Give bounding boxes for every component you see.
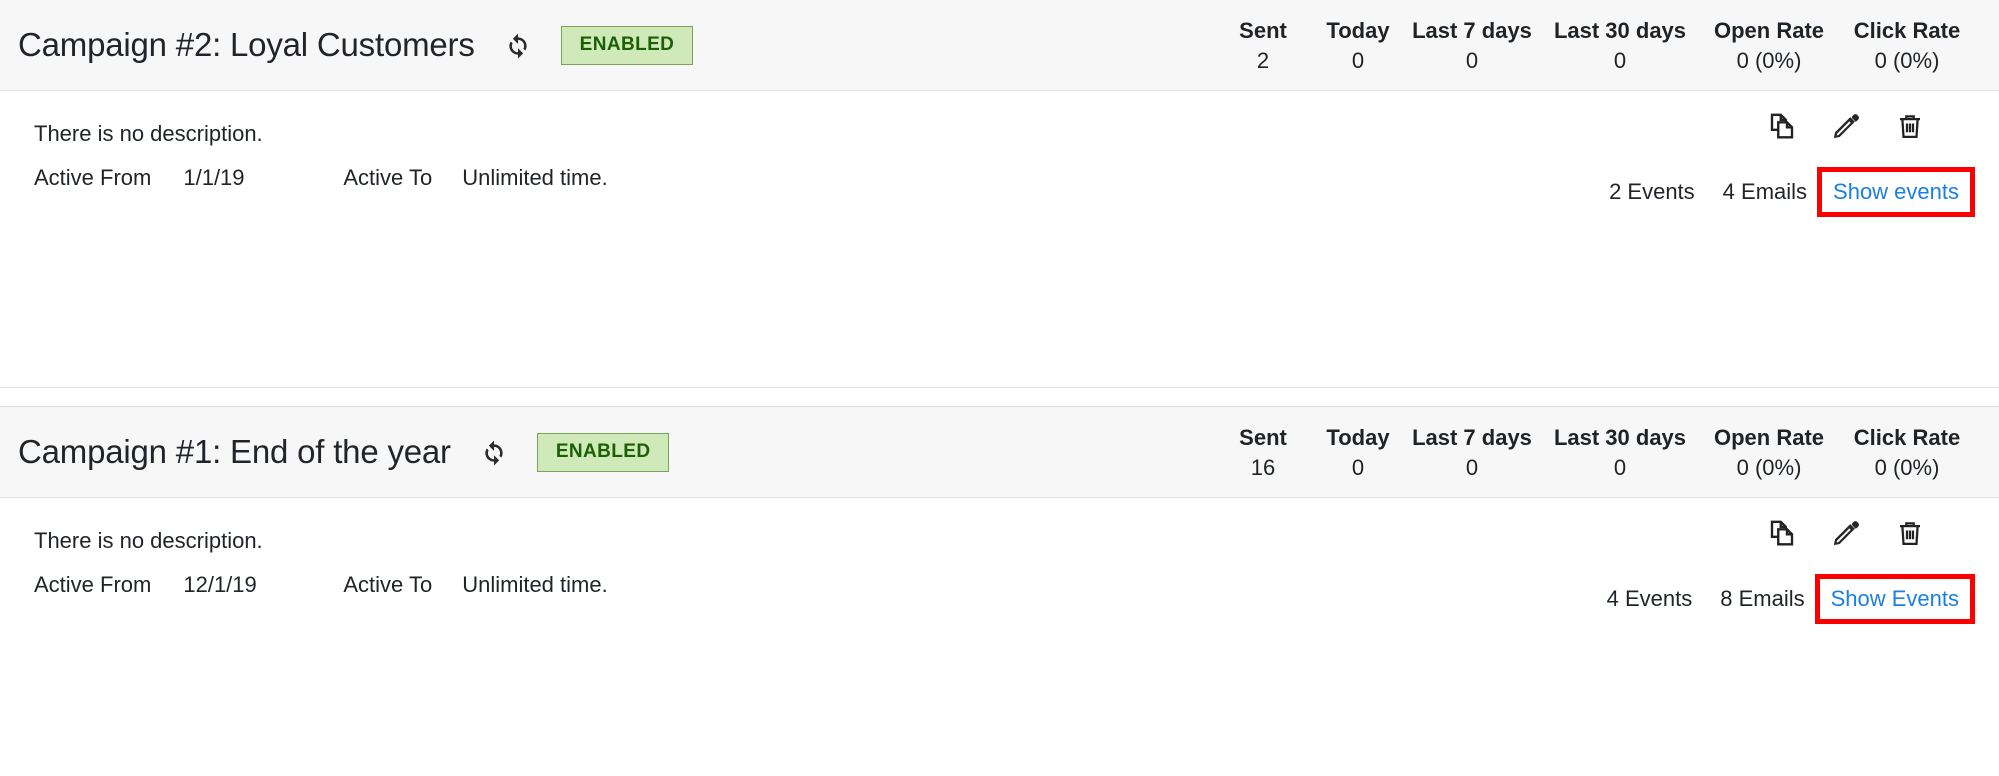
refresh-icon[interactable] [477,435,511,469]
show-events-highlight: Show Events [1814,574,1975,624]
stat-label: Open Rate [1713,17,1825,43]
stat-label: Last 7 days [1412,424,1532,450]
campaign-card: Campaign #2: Loyal Customers ENABLED Sen… [0,0,1999,388]
stat-label: Sent [1239,424,1287,450]
campaign-description: There is no description. [34,528,263,553]
trash-icon[interactable] [1893,109,1927,143]
stat-value: 0 (0%) [1874,47,1940,73]
stat-last-7-days: Last 7 days 0 [1403,423,1541,483]
stat-label: Click Rate [1853,424,1961,450]
show-events-link[interactable]: Show events [1833,179,1959,205]
campaign-title: Campaign #1: End of the year [18,433,451,470]
stat-sent: Sent 2 [1213,16,1313,76]
stat-value: 16 [1250,454,1276,480]
stat-click-rate: Click Rate 0 (0%) [1839,16,1975,76]
campaign-header: Campaign #1: End of the year ENABLED Sen… [0,407,1999,498]
stat-label: Last 7 days [1412,17,1532,43]
stat-label: Today [1326,424,1390,450]
duplicate-icon[interactable] [1765,516,1799,550]
stat-sent: Sent 16 [1213,423,1313,483]
stat-last-7-days: Last 7 days 0 [1403,16,1541,76]
emails-count: 4 Emails [1722,179,1808,204]
events-count: 2 Events [1609,179,1695,204]
stat-label: Sent [1239,17,1287,43]
campaign-actions [1765,516,1927,550]
status-badge: ENABLED [536,432,670,472]
duplicate-icon[interactable] [1765,109,1799,143]
stat-value: 0 [1465,454,1479,480]
stat-value: 0 (0%) [1736,47,1802,73]
campaign-meta: 2 Events 4 Emails Show events [1609,167,1975,217]
stat-value: 0 [1351,454,1365,480]
campaign-list: Campaign #2: Loyal Customers ENABLED Sen… [0,0,1999,776]
stat-open-rate: Open Rate 0 (0%) [1699,16,1839,76]
stat-label: Last 30 days [1553,17,1687,43]
stat-value: 0 (0%) [1736,454,1802,480]
events-count: 4 Events [1606,586,1693,611]
campaign-stats: Sent 2 Today 0 Last 7 days 0 Last 30 day… [1213,0,1975,91]
refresh-icon[interactable] [501,28,535,62]
stat-label: Click Rate [1853,17,1961,43]
campaign-description: There is no description. [34,121,263,146]
pencil-icon[interactable] [1829,516,1863,550]
stat-value: 0 [1351,47,1365,73]
campaign-stats: Sent 16 Today 0 Last 7 days 0 Last 30 da… [1213,407,1975,498]
stat-today: Today 0 [1313,16,1403,76]
status-badge: ENABLED [560,25,694,65]
stat-open-rate: Open Rate 0 (0%) [1699,423,1839,483]
stat-click-rate: Click Rate 0 (0%) [1839,423,1975,483]
active-from-label: Active From [34,572,152,597]
stat-value: 0 (0%) [1874,454,1940,480]
show-events-link[interactable]: Show Events [1831,586,1959,612]
stat-value: 2 [1256,47,1270,73]
campaign-title: Campaign #2: Loyal Customers [18,26,475,63]
active-to-label: Active To [343,572,433,597]
active-to-value: Unlimited time. [462,572,608,597]
campaign-body: There is no description. Active From 12/… [0,498,1999,776]
campaign-header: Campaign #2: Loyal Customers ENABLED Sen… [0,0,1999,91]
trash-icon[interactable] [1893,516,1927,550]
active-to-value: Unlimited time. [462,165,608,190]
campaign-actions [1765,109,1927,143]
campaign-body: There is no description. Active From 1/1… [0,91,1999,387]
active-from-label: Active From [34,165,152,190]
stat-last-30-days: Last 30 days 0 [1541,16,1699,76]
active-to-label: Active To [343,165,433,190]
stat-value: 0 [1613,47,1627,73]
stat-label: Today [1326,17,1390,43]
stat-label: Last 30 days [1553,424,1687,450]
pencil-icon[interactable] [1829,109,1863,143]
active-from-value: 1/1/19 [183,165,245,190]
stat-today: Today 0 [1313,423,1403,483]
emails-count: 8 Emails [1720,586,1805,611]
stat-value: 0 [1465,47,1479,73]
campaign-meta: 4 Events 8 Emails Show Events [1607,574,1975,624]
campaign-card: Campaign #1: End of the year ENABLED Sen… [0,406,1999,776]
show-events-highlight: Show events [1817,167,1975,217]
stat-last-30-days: Last 30 days 0 [1541,423,1699,483]
stat-label: Open Rate [1713,424,1825,450]
stat-value: 0 [1613,454,1627,480]
active-from-value: 12/1/19 [183,572,257,597]
